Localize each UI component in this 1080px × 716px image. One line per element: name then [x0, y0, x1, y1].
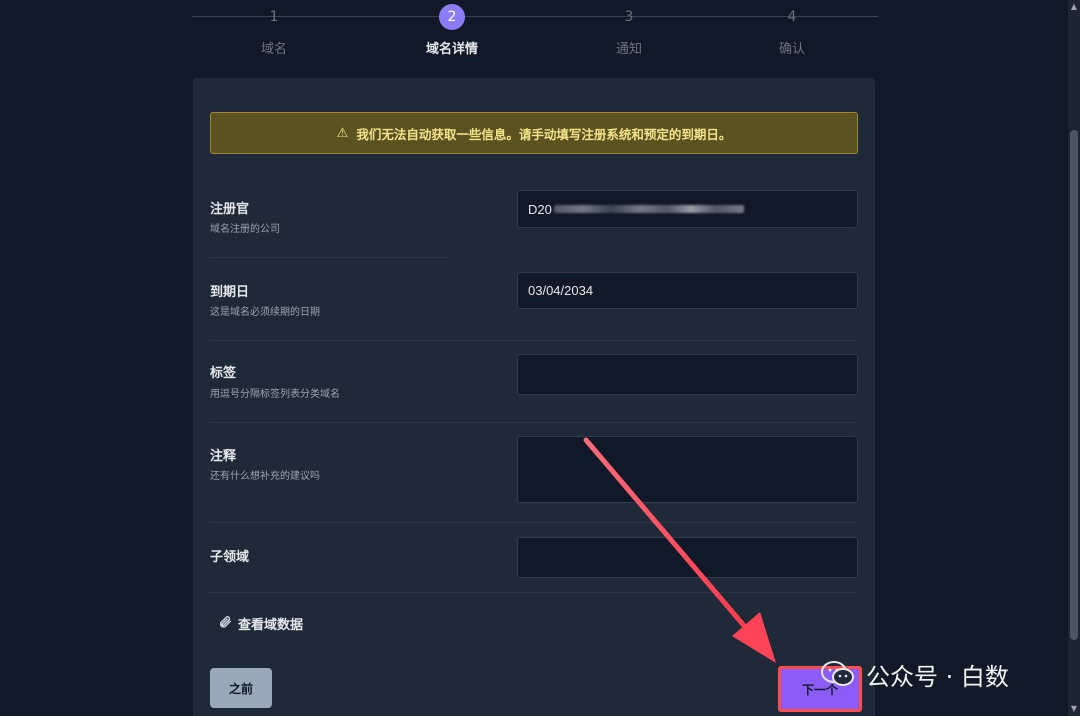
step-number: 4 — [787, 9, 797, 25]
view-data-label: 查看域数据 — [238, 618, 304, 633]
scroll-up-icon[interactable]: ▲ — [1070, 2, 1078, 12]
registrar-label: 注册官 — [210, 202, 250, 217]
tags-label: 标签 — [210, 366, 237, 381]
alert-text: 我们无法自动获取一些信息。请手动填写注册系统和预定的到期日。 — [356, 126, 732, 142]
step-label: 域名详情 — [425, 42, 478, 57]
stepper: 1 域名 2 域名详情 3 通知 4 确认 — [192, 0, 878, 70]
scrollbar-track[interactable]: ▲ ▼ — [1068, 0, 1080, 716]
step-label: 域名 — [260, 42, 287, 57]
step-label: 通知 — [615, 42, 642, 57]
expiry-value: 03/04/2034 — [528, 283, 594, 298]
view-domain-data-link[interactable]: 查看域数据 — [218, 614, 303, 633]
redacted-blur — [553, 205, 744, 213]
watermark: 公众号 · 白数 — [820, 654, 1009, 694]
registrar-row: 注册官 域名注册的公司 D20 — [210, 190, 858, 235]
expiry-date-input[interactable]: 03/04/2034 — [517, 272, 858, 309]
divider — [210, 422, 858, 423]
subdomains-input[interactable] — [517, 537, 858, 578]
notes-row: 注释 还有什么想补充的建议吗 — [210, 436, 858, 504]
domain-details-card: ⚠ 我们无法自动获取一些信息。请手动填写注册系统和预定的到期日。 注册官 域名注… — [193, 78, 875, 716]
watermark-text: 公众号 · 白数 — [866, 662, 1009, 691]
tags-row: 标签 用逗号分隔标签列表分类域名 — [210, 354, 858, 400]
divider — [210, 592, 858, 593]
step-2[interactable]: 2 域名详情 — [372, 4, 532, 57]
previous-button[interactable]: 之前 — [210, 668, 272, 708]
notes-textarea[interactable] — [517, 436, 858, 503]
tags-desc: 用逗号分隔标签列表分类域名 — [210, 389, 340, 400]
registrar-value: D20 — [528, 201, 552, 217]
app-page: 1 域名 2 域名详情 3 通知 4 确认 ⚠ 我们无法自动获取一些信息。请手动… — [0, 0, 1080, 716]
divider — [210, 257, 448, 258]
divider — [210, 340, 858, 341]
notes-desc: 还有什么想补充的建议吗 — [210, 471, 320, 482]
step-3[interactable]: 3 通知 — [549, 4, 709, 57]
expiry-desc: 这是域名必须续期的日期 — [210, 307, 320, 318]
expiry-label: 到期日 — [210, 285, 250, 300]
scrollbar-thumb[interactable] — [1070, 130, 1078, 640]
warning-icon: ⚠ — [336, 125, 349, 141]
registrar-input[interactable]: D20 — [517, 190, 858, 228]
step-number: 1 — [269, 9, 279, 25]
subdomains-row: 子领域 — [210, 537, 858, 579]
step-4[interactable]: 4 确认 — [712, 4, 872, 57]
paperclip-icon — [218, 615, 232, 633]
warning-alert: ⚠ 我们无法自动获取一些信息。请手动填写注册系统和预定的到期日。 — [210, 112, 858, 154]
step-number: 3 — [624, 9, 634, 25]
notes-label: 注释 — [210, 449, 237, 464]
divider — [210, 522, 858, 523]
scroll-down-icon[interactable]: ▼ — [1070, 704, 1078, 714]
tags-input[interactable] — [517, 354, 858, 395]
registrar-desc: 域名注册的公司 — [210, 224, 280, 235]
wechat-icon — [820, 660, 856, 688]
subdomains-label: 子领域 — [210, 550, 250, 565]
step-label: 确认 — [778, 42, 805, 57]
step-number: 2 — [439, 4, 465, 30]
step-1[interactable]: 1 域名 — [194, 4, 354, 57]
expiry-row: 到期日 这是域名必须续期的日期 03/04/2034 — [210, 272, 858, 318]
